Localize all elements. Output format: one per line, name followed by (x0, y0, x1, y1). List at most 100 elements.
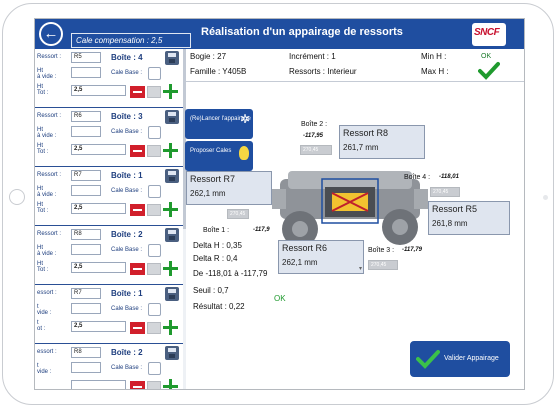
spring-r6-box[interactable]: Ressort R6 262,1 mm ▾ (278, 240, 364, 274)
minus-button[interactable] (130, 86, 145, 98)
ht-vide-input[interactable] (71, 303, 101, 314)
resultat-label: Résultat : 0,22 (193, 302, 245, 311)
ht-tot-label: Ht Tot : (37, 202, 49, 214)
ht-tot-label: t ot : (37, 320, 46, 332)
ressort-list-panel: Ressort : R5 Boîte : 4 Ht à vide : Cale … (35, 49, 186, 389)
cale-value-field[interactable] (147, 86, 161, 98)
save-icon[interactable] (165, 346, 179, 360)
check-icon (478, 62, 500, 80)
spring-r7-box[interactable]: Ressort R7 262,1 mm (186, 171, 272, 205)
ressort-label: essort : (37, 349, 57, 355)
cale-value-field[interactable] (147, 322, 161, 334)
ht-vide-input[interactable] (71, 185, 101, 196)
ht-tot-input[interactable]: 2,5 (71, 144, 126, 155)
ressort-group: Ressort : R8 Boîte : 2 Ht à vide : Cale … (35, 226, 185, 285)
ht-vide-input[interactable] (71, 362, 101, 373)
check-icon (416, 350, 440, 369)
cale-value-field[interactable] (147, 263, 161, 275)
spring-r6-value: 262,1 mm (282, 258, 318, 267)
boite-2-label: Boîte 2 : (301, 121, 328, 128)
spring-r5-box[interactable]: Ressort R5 261,8 mm (428, 201, 510, 235)
plus-button[interactable] (163, 320, 178, 335)
divider (186, 81, 524, 82)
minus-button[interactable] (130, 145, 145, 157)
back-arrow-icon[interactable]: ← (39, 22, 63, 46)
app-header: ← Cale compensation : 2,5 Réalisation d'… (35, 19, 524, 49)
plus-button[interactable] (163, 84, 178, 99)
cale-compensation-field[interactable]: Cale compensation : 2,5 (71, 33, 191, 48)
ht-tot-input[interactable]: 2,5 (71, 85, 126, 96)
save-icon[interactable] (165, 110, 179, 124)
spring-r5-value: 261,8 mm (432, 219, 468, 228)
ht-tot-input[interactable]: 2,5 (71, 203, 126, 214)
ht-vide-label: t vide : (37, 304, 52, 316)
boite-4-label: Boîte 4 : (404, 174, 431, 181)
cale-base-checkbox[interactable] (148, 126, 161, 139)
ressort-group: Ressort : R6 Boîte : 3 Ht à vide : Cale … (35, 108, 185, 167)
save-icon[interactable] (165, 287, 179, 301)
ressort-group: Ressort : R7 Boîte : 1 Ht à vide : Cale … (35, 167, 185, 226)
boite-label: Boîte : 1 (111, 171, 143, 180)
sncf-logo: SNCF (472, 23, 506, 46)
relancer-appairage-button[interactable]: (Re)Lancer l'appairage ✲ (185, 109, 253, 139)
ressort-label: Ressort : (37, 54, 62, 60)
plus-button[interactable] (163, 202, 178, 217)
increment-label: Incrément : 1 (289, 52, 336, 61)
proposer-cales-button[interactable]: Proposer Cales (185, 141, 253, 171)
max-h-label: Max H : (421, 67, 449, 76)
cale-value-field[interactable] (147, 145, 161, 157)
ht-vide-input[interactable] (71, 244, 101, 255)
ressort-group: essort : R8 Boîte : 2 t vide : Cale Base… (35, 344, 185, 389)
spring-r7-name: Ressort R7 (190, 174, 236, 184)
cale-base-checkbox[interactable] (148, 185, 161, 198)
minus-button[interactable] (130, 381, 145, 389)
ressort-input[interactable]: R5 (71, 52, 101, 63)
plus-button[interactable] (163, 379, 178, 389)
cale-value-field[interactable] (147, 381, 161, 389)
cale-base-label: Cale Base : (111, 306, 143, 312)
spring-r7-value: 262,1 mm (190, 189, 226, 198)
ht-tot-input[interactable]: 2,5 (71, 262, 126, 273)
ressort-input[interactable]: R6 (71, 111, 101, 122)
cale-value-field[interactable] (147, 204, 161, 216)
plus-button[interactable] (163, 143, 178, 158)
ressort-input[interactable]: R7 (71, 288, 101, 299)
spring-r6-name: Ressort R6 (282, 243, 328, 253)
ht-vide-label: Ht à vide : (37, 186, 57, 198)
minus-button[interactable] (130, 263, 145, 275)
ht-tot-input[interactable]: 2,5 (71, 321, 126, 332)
bogie-image (272, 171, 428, 247)
sparkle-icon: ✲ (239, 112, 250, 126)
boite-label: Boîte : 2 (111, 230, 143, 239)
cale-base-checkbox[interactable] (148, 244, 161, 257)
ressort-label: Ressort : (37, 113, 62, 119)
gray-field-4: 270,45 (368, 260, 398, 270)
save-icon[interactable] (165, 228, 179, 242)
minus-button[interactable] (130, 204, 145, 216)
save-icon[interactable] (165, 169, 179, 183)
ressort-input[interactable]: R8 (71, 347, 101, 358)
ht-vide-label: Ht à vide : (37, 68, 57, 80)
cale-base-checkbox[interactable] (148, 303, 161, 316)
minus-button[interactable] (130, 322, 145, 334)
ressort-input[interactable]: R8 (71, 229, 101, 240)
gray-field-1: 270,45 (300, 145, 332, 155)
sncf-logo-text: SNCF (474, 27, 500, 38)
valider-appairage-button[interactable]: Valider Appairage (410, 341, 510, 377)
bogie-label: Bogie : 27 (190, 52, 227, 61)
valider-label: Valider Appairage (444, 355, 499, 362)
save-icon[interactable] (165, 51, 179, 65)
plus-button[interactable] (163, 261, 178, 276)
ressort-input[interactable]: R7 (71, 170, 101, 181)
gray-field-3: 270,45 (227, 209, 249, 219)
ht-tot-input[interactable] (71, 380, 126, 389)
cale-base-label: Cale Base : (111, 247, 143, 253)
cale-base-checkbox[interactable] (148, 67, 161, 80)
ht-vide-input[interactable] (71, 67, 101, 78)
ht-vide-input[interactable] (71, 126, 101, 137)
delta-h: Delta H : 0,35 (193, 241, 242, 250)
ht-vide-label: Ht à vide : (37, 245, 57, 257)
spring-r8-box[interactable]: Ressort R8 261,7 mm (339, 125, 425, 159)
home-button[interactable] (9, 189, 25, 205)
cale-base-checkbox[interactable] (148, 362, 161, 375)
